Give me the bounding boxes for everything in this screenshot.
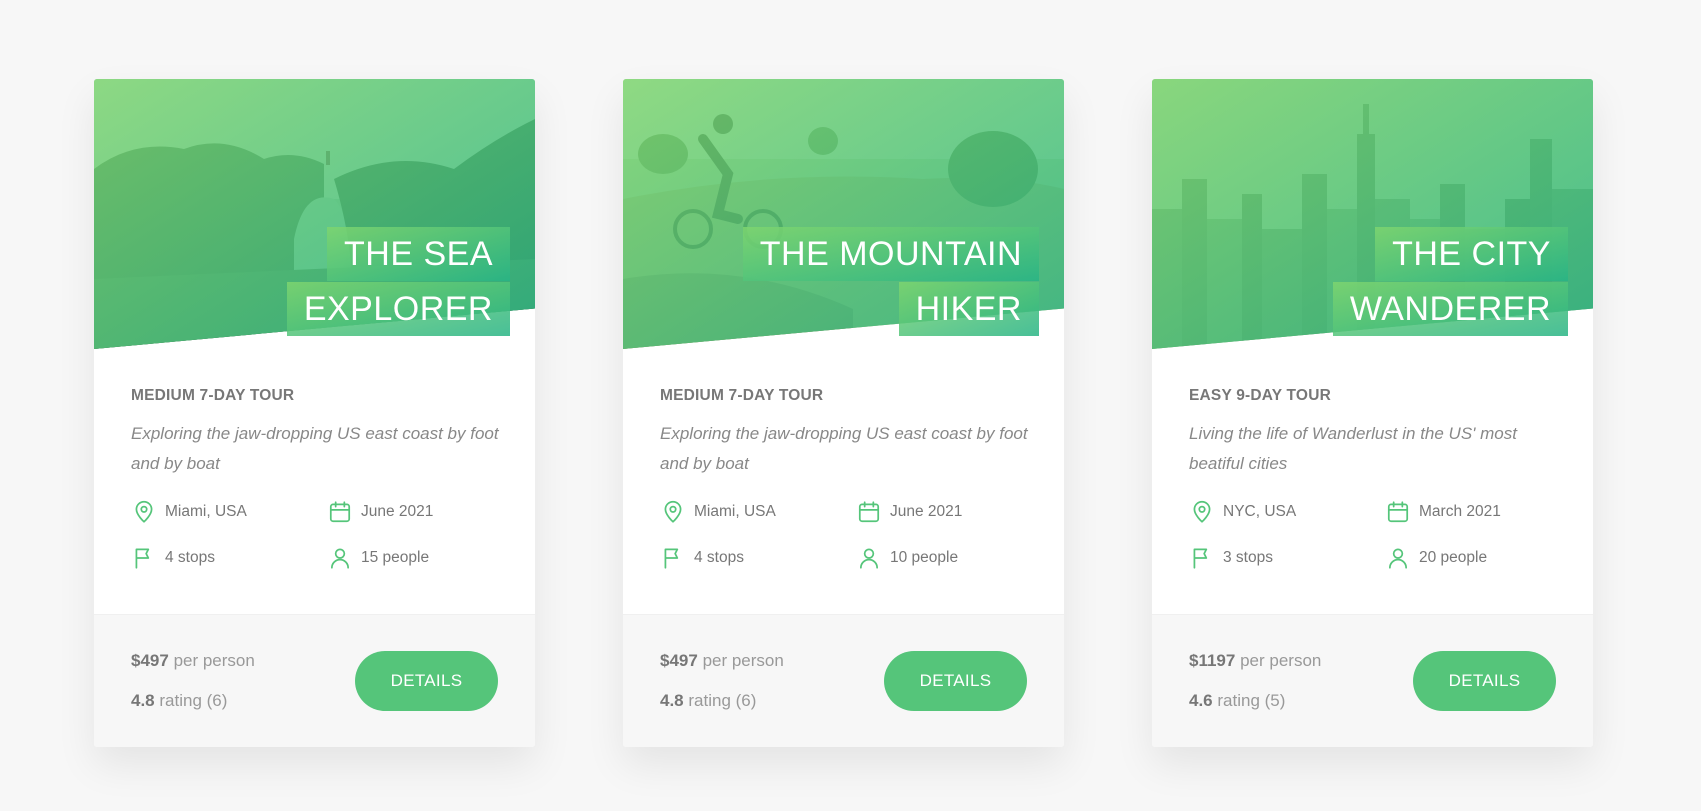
price-suffix: per person: [173, 651, 255, 670]
stops-text: 4 stops: [694, 549, 744, 566]
tour-description: Living the life of Wanderlust in the US'…: [1189, 424, 1517, 473]
rating-suffix: rating (6): [159, 691, 228, 710]
rating-value: 4.8: [131, 691, 155, 710]
card-footer: $1197 per person 4.6 rating (5) DETAILS: [1152, 614, 1593, 747]
user-icon: [327, 545, 353, 571]
calendar-icon: [1385, 499, 1411, 525]
detail-stops: 4 stops: [660, 545, 856, 571]
rating-suffix: rating (5): [1217, 691, 1286, 710]
detail-date: June 2021: [327, 499, 498, 525]
rating-row: 4.8 rating (6): [131, 681, 255, 721]
map-pin-icon: [660, 499, 686, 525]
detail-stops: 3 stops: [1189, 545, 1385, 571]
tour-cards-grid: THE SEA EXPLORER MEDIUM 7-DAY TOUR Explo…: [94, 79, 1593, 747]
people-text: 15 people: [361, 549, 430, 566]
map-pin-icon: [131, 499, 157, 525]
tour-title-line: THE CITY: [1375, 227, 1568, 281]
details-button[interactable]: DETAILS: [1413, 651, 1556, 711]
price-value: $497: [131, 651, 169, 670]
user-icon: [856, 545, 882, 571]
tour-description: Exploring the jaw-dropping US east coast…: [660, 424, 1028, 473]
calendar-icon: [856, 499, 882, 525]
detail-location: Miami, USA: [660, 499, 856, 525]
detail-date: June 2021: [856, 499, 1027, 525]
flag-icon: [131, 545, 157, 571]
tour-title-line: EXPLORER: [286, 282, 510, 336]
card-hero: THE CITY WANDERER: [1152, 79, 1593, 349]
details-button[interactable]: DETAILS: [884, 651, 1027, 711]
detail-location: NYC, USA: [1189, 499, 1385, 525]
rating-value: 4.6: [1189, 691, 1213, 710]
detail-people: 20 people: [1385, 545, 1556, 571]
tour-title-line: WANDERER: [1332, 282, 1568, 336]
detail-stops: 4 stops: [131, 545, 327, 571]
card-footer: $497 per person 4.8 rating (6) DETAILS: [94, 614, 535, 747]
date-text: March 2021: [1419, 503, 1501, 520]
tour-details: Miami, USA June 2021 4 stops: [660, 499, 1027, 571]
tour-title: THE SEA EXPLORER: [179, 227, 510, 337]
tour-details: Miami, USA June 2021 4 stops: [131, 499, 498, 571]
tour-card[interactable]: THE MOUNTAIN HIKER MEDIUM 7-DAY TOUR Exp…: [623, 79, 1064, 747]
tour-description: Exploring the jaw-dropping US east coast…: [131, 424, 499, 473]
flag-icon: [1189, 545, 1215, 571]
rating-row: 4.6 rating (5): [1189, 681, 1321, 721]
tour-level: MEDIUM 7-DAY TOUR: [660, 387, 824, 404]
detail-people: 10 people: [856, 545, 1027, 571]
stops-text: 4 stops: [165, 549, 215, 566]
price-block: $1197 per person 4.6 rating (5): [1189, 641, 1321, 721]
flag-icon: [660, 545, 686, 571]
tour-title: THE CITY WANDERER: [1237, 227, 1568, 337]
tour-level: EASY 9-DAY TOUR: [1189, 387, 1331, 404]
tour-title: THE MOUNTAIN HIKER: [708, 227, 1039, 337]
people-text: 20 people: [1419, 549, 1488, 566]
tour-level: MEDIUM 7-DAY TOUR: [131, 387, 295, 404]
price-suffix: per person: [702, 651, 784, 670]
location-text: Miami, USA: [165, 503, 247, 520]
card-footer: $497 per person 4.8 rating (6) DETAILS: [623, 614, 1064, 747]
tour-card[interactable]: THE CITY WANDERER EASY 9-DAY TOUR Living…: [1152, 79, 1593, 747]
price-suffix: per person: [1240, 651, 1322, 670]
rating-row: 4.8 rating (6): [660, 681, 784, 721]
location-text: NYC, USA: [1223, 503, 1297, 520]
tour-title-line: THE SEA: [327, 227, 510, 281]
detail-location: Miami, USA: [131, 499, 327, 525]
people-text: 10 people: [890, 549, 959, 566]
calendar-icon: [327, 499, 353, 525]
rating-suffix: rating (6): [688, 691, 757, 710]
card-hero: THE SEA EXPLORER: [94, 79, 535, 349]
map-pin-icon: [1189, 499, 1215, 525]
details-button[interactable]: DETAILS: [355, 651, 498, 711]
detail-people: 15 people: [327, 545, 498, 571]
user-icon: [1385, 545, 1411, 571]
detail-date: March 2021: [1385, 499, 1556, 525]
price-row: $497 per person: [131, 641, 255, 681]
date-text: June 2021: [361, 503, 434, 520]
stops-text: 3 stops: [1223, 549, 1273, 566]
price-row: $497 per person: [660, 641, 784, 681]
tour-title-line: THE MOUNTAIN: [742, 227, 1039, 281]
card-hero: THE MOUNTAIN HIKER: [623, 79, 1064, 349]
tour-card[interactable]: THE SEA EXPLORER MEDIUM 7-DAY TOUR Explo…: [94, 79, 535, 747]
location-text: Miami, USA: [694, 503, 776, 520]
rating-value: 4.8: [660, 691, 684, 710]
price-value: $497: [660, 651, 698, 670]
date-text: June 2021: [890, 503, 963, 520]
price-block: $497 per person 4.8 rating (6): [131, 641, 255, 721]
tour-title-line: HIKER: [898, 282, 1039, 336]
price-block: $497 per person 4.8 rating (6): [660, 641, 784, 721]
price-value: $1197: [1189, 651, 1236, 670]
price-row: $1197 per person: [1189, 641, 1321, 681]
tour-details: NYC, USA March 2021 3 stops 20 people: [1189, 499, 1556, 571]
